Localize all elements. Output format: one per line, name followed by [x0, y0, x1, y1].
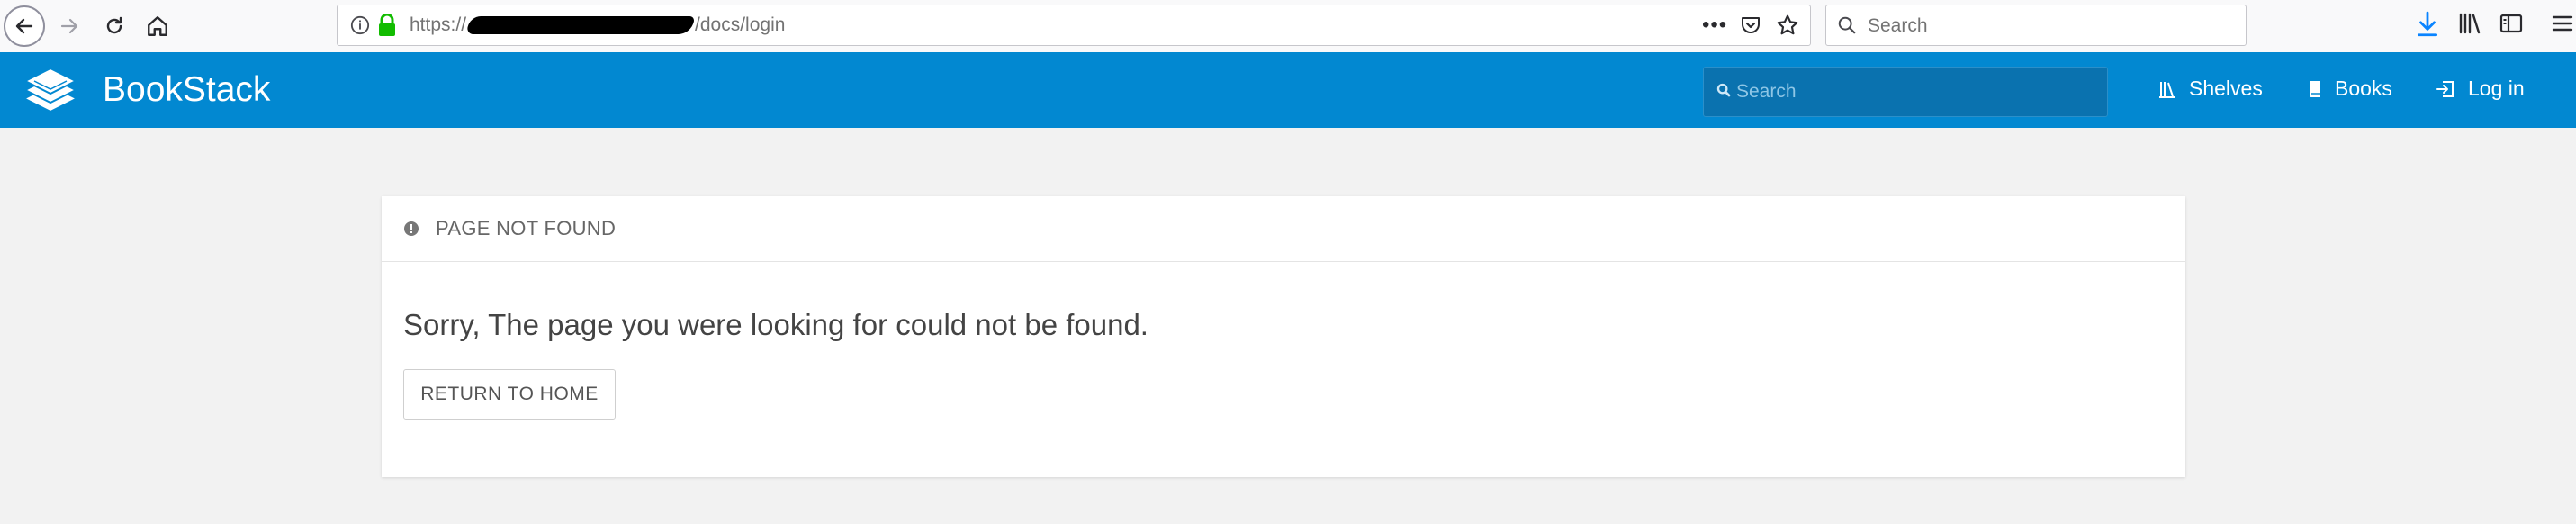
nav-shelves-label: Shelves — [2189, 77, 2263, 100]
bookmark-star-icon[interactable] — [1776, 14, 1799, 37]
menu-icon[interactable] — [2551, 11, 2574, 36]
forward-button[interactable] — [49, 5, 90, 47]
lock-icon[interactable] — [377, 14, 397, 37]
app-search-placeholder: Search — [1736, 81, 1797, 102]
app-header: BookStack Search Shelves Books Log in — [0, 52, 2576, 128]
app-search-input[interactable]: Search — [1703, 67, 2108, 117]
home-icon — [148, 16, 167, 36]
sidebar-icon[interactable] — [2499, 11, 2524, 36]
forward-arrow-icon — [60, 18, 78, 34]
nav-login-label: Log in — [2468, 77, 2525, 100]
home-button[interactable] — [137, 5, 178, 47]
browser-search-placeholder: Search — [1868, 15, 1928, 36]
library-icon[interactable] — [2457, 11, 2482, 36]
bookstack-logo-icon[interactable] — [22, 63, 79, 117]
error-card: PAGE NOT FOUND Sorry, The page you were … — [382, 196, 2185, 477]
reload-button[interactable] — [94, 5, 135, 47]
info-icon[interactable] — [350, 15, 370, 35]
error-message: Sorry, The page you were looking for cou… — [403, 308, 1148, 341]
url-text: https:// /docs/login — [410, 14, 785, 36]
url-path: /docs/login — [695, 14, 786, 35]
nav-books-label: Books — [2335, 77, 2392, 100]
page-actions-icon[interactable]: ••• — [1702, 13, 1727, 38]
login-icon — [2436, 80, 2454, 97]
book-icon — [2310, 80, 2320, 97]
pocket-icon[interactable] — [1740, 14, 1761, 36]
back-arrow-icon — [15, 18, 33, 34]
browser-search-box[interactable]: Search — [1825, 5, 2247, 46]
error-card-header: PAGE NOT FOUND — [382, 196, 2185, 262]
redacted-domain — [465, 16, 696, 35]
back-button[interactable] — [4, 5, 45, 47]
nav-books-link[interactable]: Books — [2308, 77, 2392, 101]
address-bar[interactable]: https:// /docs/login ••• — [337, 5, 1811, 46]
download-icon[interactable] — [2416, 11, 2439, 38]
browser-toolbar: https:// /docs/login ••• Search — [0, 0, 2576, 53]
search-icon — [1716, 83, 1731, 97]
alert-icon — [404, 221, 419, 236]
search-icon — [1838, 16, 1856, 34]
nav-shelves-link[interactable]: Shelves — [2158, 77, 2263, 101]
shelves-icon — [2159, 81, 2175, 98]
return-to-home-button[interactable]: RETURN TO HOME — [403, 369, 616, 420]
url-prefix: https:// — [410, 14, 467, 35]
nav-login-link[interactable]: Log in — [2436, 77, 2525, 101]
reload-icon — [106, 16, 122, 34]
app-brand-name[interactable]: BookStack — [103, 70, 270, 110]
error-title: PAGE NOT FOUND — [436, 217, 617, 239]
